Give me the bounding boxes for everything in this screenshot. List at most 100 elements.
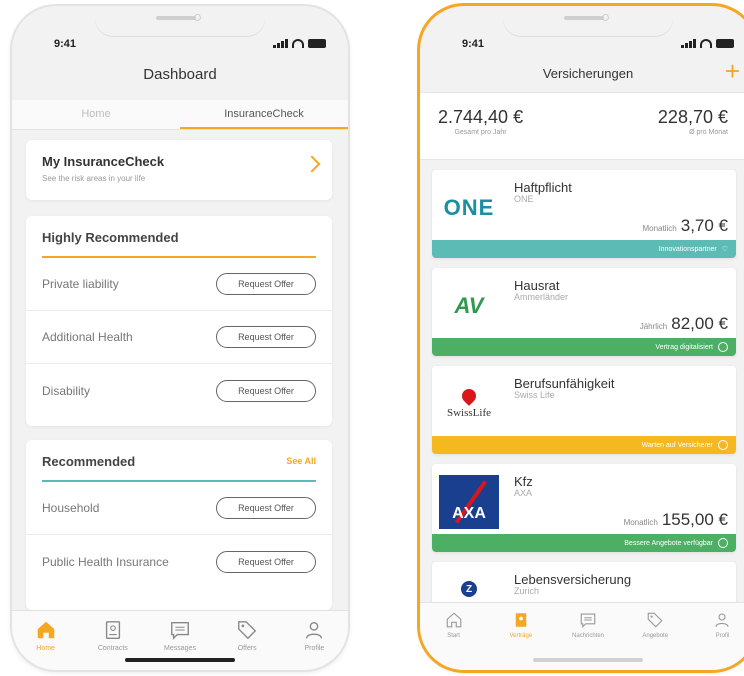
- section-underline: [42, 256, 316, 258]
- tab-bar-label: Start: [447, 633, 460, 639]
- tab-bar-label: Nachrichten: [572, 633, 605, 639]
- page-title: Dashboard: [143, 66, 217, 83]
- request-offer-button[interactable]: Request Offer: [216, 550, 316, 573]
- tab-home[interactable]: Home: [12, 100, 180, 129]
- request-offer-button[interactable]: Request Offer: [216, 273, 316, 295]
- insurance-card-berufsunfaehigkeit[interactable]: SwissLife Berufsunfähigkeit Swiss Life W…: [432, 366, 736, 454]
- highly-recommended-card: Highly Recommended Private liability Req…: [26, 216, 332, 426]
- status-time: 9:41: [462, 38, 485, 50]
- status-band-text: Vertrag digitalisiert: [655, 343, 713, 351]
- status-band-text: Innovationspartner: [658, 245, 717, 253]
- phone-versicherungen: 9:41 Versicherungen + 2.744,40 € Gesamt …: [420, 6, 744, 670]
- tab-insurancecheck[interactable]: InsuranceCheck: [180, 100, 348, 129]
- insurance-company: ONE: [514, 194, 534, 204]
- insurance-name: Berufsunfähigkeit: [514, 376, 615, 391]
- payment-period: Monatlich: [642, 224, 677, 233]
- insurance-amount: Jährlich 82,00 €: [640, 314, 728, 334]
- signal-icon: [273, 38, 288, 48]
- insurance-card-hausrat[interactable]: AV Hausrat Ammerländer Jährlich 82,00 € V…: [432, 268, 736, 356]
- yearly-caption: Gesamt pro Jahr: [454, 129, 507, 136]
- home-icon: [37, 621, 54, 639]
- amount-value: 3,70 €: [680, 216, 728, 235]
- status-band-text: Warten auf Versicherer: [641, 441, 713, 449]
- list-item: Household Request Offer: [26, 482, 332, 535]
- request-offer-button[interactable]: Request Offer: [216, 379, 316, 402]
- tab-bar-label: Profil: [715, 633, 730, 639]
- tab-bar-home[interactable]: Home: [12, 611, 79, 670]
- status-band: Vertrag digitalisiert: [432, 338, 736, 356]
- add-icon[interactable]: +: [725, 58, 740, 84]
- tab-bar-profile[interactable]: Profile: [281, 611, 348, 670]
- heart-icon: ♡: [721, 246, 728, 253]
- insurance-company: AXA: [514, 488, 533, 498]
- wifi-icon: [292, 38, 304, 48]
- status-band: Warten auf Versicherer: [432, 436, 736, 454]
- request-offer-button[interactable]: Request Offer: [216, 497, 316, 519]
- status-bar: 9:41: [12, 36, 348, 54]
- insurance-label: Public Health Insurance: [42, 554, 169, 569]
- insurance-name: Kfz: [514, 474, 533, 489]
- request-offer-button[interactable]: Request Offer: [216, 326, 316, 348]
- tab-bar-label: Contracts: [97, 645, 128, 652]
- insurance-company: Ammerländer: [514, 292, 569, 302]
- status-time: 9:41: [54, 38, 77, 50]
- clock-icon: [718, 440, 728, 450]
- insurance-company: Zurich: [514, 586, 540, 596]
- insurance-label: Household: [42, 501, 100, 515]
- section-title: Highly Recommended: [42, 230, 179, 245]
- status-band-text: Bessere Angebote verfügbar: [624, 539, 713, 547]
- section-underline: [42, 480, 316, 482]
- tab-bar-label: Offers: [237, 645, 257, 652]
- insurance-label: Disability: [42, 383, 91, 398]
- contracts-icon: [515, 613, 527, 627]
- status-bar: 9:41: [420, 36, 744, 54]
- swisslife-logo: SwissLife: [438, 376, 500, 432]
- phone-dashboard: 9:41 Dashboard Home InsuranceCheck My In…: [12, 6, 348, 670]
- check-circle-icon: [718, 538, 728, 548]
- tab-bar-label: Verträge: [509, 633, 533, 639]
- list-item: Disability Request Offer: [26, 364, 332, 417]
- insurance-name: Lebensversicherung: [514, 572, 632, 587]
- card-subtitle: See the risk areas in your life: [42, 174, 146, 183]
- insurance-card-haftpflicht[interactable]: ONE Haftpflicht ONE Monatlich 3,70 € Inno…: [432, 170, 736, 258]
- tab-bar-label: Profile: [304, 645, 325, 652]
- insurance-name: Haftpflicht: [514, 180, 572, 195]
- amount-value: 82,00 €: [671, 314, 728, 333]
- insurance-label: Private liability: [42, 277, 119, 291]
- phone-notch: [503, 6, 673, 36]
- zurich-logo: Z: [438, 572, 500, 606]
- status-band: Innovationspartner ♡: [432, 240, 736, 258]
- section-header: Recommended See All: [26, 440, 332, 482]
- tab-bar-profil[interactable]: Profil: [689, 603, 744, 670]
- status-icons: [681, 38, 734, 48]
- insurance-card-kfz[interactable]: AXA Kfz AXA Monatlich 155,00 € Bessere An…: [432, 464, 736, 552]
- my-insurancecheck-card[interactable]: My InsuranceCheck See the risk areas in …: [26, 140, 332, 200]
- check-circle-icon: [718, 342, 728, 352]
- status-band: Bessere Angebote verfügbar: [432, 534, 736, 552]
- ammerlaender-logo: AV: [454, 293, 484, 318]
- payment-period: Monatlich: [623, 518, 658, 527]
- list-item: Private liability Request Offer: [26, 258, 332, 311]
- home-indicator: [533, 658, 643, 662]
- tab-bar-start[interactable]: Start: [420, 603, 487, 670]
- phone-notch: [95, 6, 265, 36]
- tab-bar-label: Angebote: [642, 633, 669, 639]
- totals-panel: 2.744,40 € Gesamt pro Jahr 228,70 € Ø pr…: [420, 92, 744, 160]
- status-icons: [273, 38, 326, 48]
- list-item: Public Health Insurance Request Offer: [26, 535, 332, 588]
- see-all-link[interactable]: See All: [286, 456, 316, 466]
- recommended-card: Recommended See All Household Request Of…: [26, 440, 332, 610]
- battery-icon: [308, 38, 326, 48]
- monthly-value: 228,70 €: [657, 107, 728, 127]
- yearly-total: 2.744,40 € Gesamt pro Jahr: [438, 107, 523, 136]
- insurance-amount: Monatlich 3,70 €: [642, 216, 728, 236]
- messages-icon: [580, 613, 596, 629]
- insurance-name: Hausrat: [514, 278, 560, 293]
- tag-icon: [238, 621, 257, 640]
- payment-period: Jährlich: [639, 322, 668, 331]
- insurance-label: Additional Health: [42, 330, 133, 344]
- monthly-caption: Ø pro Monat: [689, 129, 728, 136]
- contracts-icon: [105, 621, 120, 639]
- page-title: Versicherungen: [542, 66, 634, 81]
- insurance-company: Swiss Life: [514, 390, 555, 400]
